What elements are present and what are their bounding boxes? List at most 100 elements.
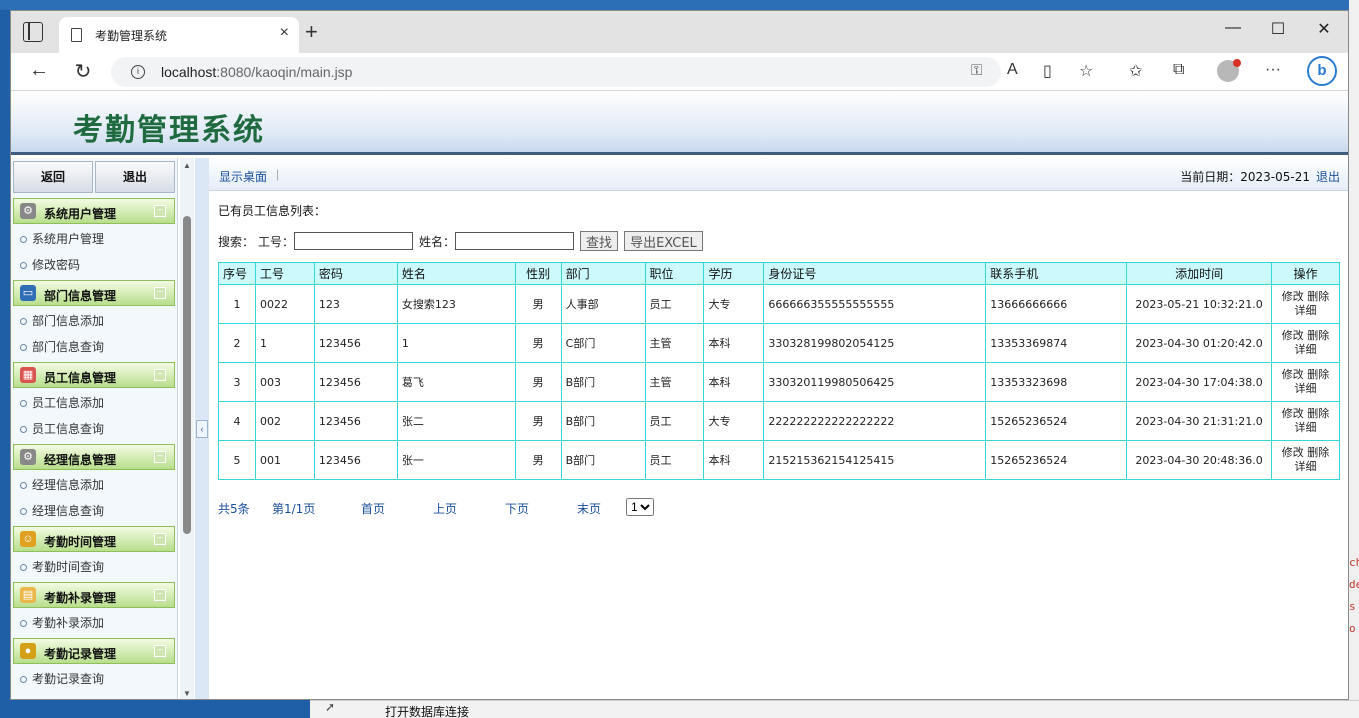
- scroll-down-icon[interactable]: ▼: [183, 689, 191, 698]
- detail-link[interactable]: 详细: [1272, 421, 1339, 435]
- menu-item-manager-query[interactable]: 经理信息查询: [11, 498, 177, 524]
- collapse-icon[interactable]: −: [154, 287, 166, 299]
- menu-group-attendance-supplement[interactable]: ▤ 考勤补录管理 −: [13, 582, 175, 608]
- menu-group-attendance-record[interactable]: ● 考勤记录管理 −: [13, 638, 175, 664]
- maximize-button[interactable]: ☐: [1263, 19, 1293, 39]
- table-cell: 3: [218, 362, 256, 402]
- close-window-button[interactable]: ✕: [1309, 19, 1339, 39]
- minimize-button[interactable]: —: [1218, 19, 1248, 37]
- left-menu: 返回 退出 ⚙ 系统用户管理 − 系统用户管理 修改密码 ▭ 部门信息管理 − …: [11, 158, 178, 699]
- url-field[interactable]: i localhost:8080/kaoqin/main.jsp ⚿: [111, 57, 1001, 87]
- delete-link[interactable]: 删除: [1307, 290, 1329, 303]
- menu-group-department[interactable]: ▭ 部门信息管理 −: [13, 280, 175, 306]
- edit-link[interactable]: 修改: [1282, 446, 1304, 459]
- collapse-icon[interactable]: −: [154, 645, 166, 657]
- detail-link[interactable]: 详细: [1272, 304, 1339, 318]
- browser-tab[interactable]: 考勤管理系统 ×: [59, 17, 299, 53]
- pin-icon[interactable]: ➚: [318, 700, 342, 718]
- page-select[interactable]: 1: [626, 498, 654, 516]
- table-cell: 123456: [313, 440, 398, 480]
- favorites-icon[interactable]: ✩: [1129, 61, 1142, 81]
- employee-name-input[interactable]: [455, 232, 575, 250]
- bing-icon[interactable]: b: [1307, 56, 1337, 86]
- table-cell: 本科: [703, 323, 765, 363]
- add-favorite-icon[interactable]: ☆: [1079, 61, 1093, 81]
- menu-item-employee-add[interactable]: 员工信息添加: [11, 390, 177, 416]
- menu-group-attendance-time[interactable]: ☺ 考勤时间管理 −: [13, 526, 175, 552]
- detail-link[interactable]: 详细: [1272, 382, 1339, 396]
- table-cell: B部门: [560, 401, 646, 441]
- pager-first-link[interactable]: 首页: [361, 500, 385, 517]
- key-icon[interactable]: ⚿: [971, 62, 982, 79]
- edit-link[interactable]: 修改: [1282, 329, 1304, 342]
- logout-link[interactable]: 退出: [1316, 168, 1340, 185]
- table-cell: 003: [254, 362, 315, 402]
- list-title: 已有员工信息列表：: [218, 204, 327, 218]
- export-excel-button[interactable]: 导出EXCEL: [624, 231, 703, 251]
- back-arrow-icon[interactable]: ←: [25, 59, 53, 82]
- pager-prev-link[interactable]: 上页: [433, 500, 457, 517]
- menu-item-change-password[interactable]: 修改密码: [11, 252, 177, 278]
- current-date: 当前日期：2023-05-21: [1180, 170, 1310, 184]
- menu-item-department-add[interactable]: 部门信息添加: [11, 308, 177, 334]
- folder-icon: ▤: [20, 587, 36, 603]
- menu-group-label: 考勤时间管理: [44, 535, 117, 549]
- pager-last-link[interactable]: 末页: [577, 500, 601, 517]
- menu-group-employee[interactable]: ▦ 员工信息管理 −: [13, 362, 175, 388]
- exit-button[interactable]: 退出: [95, 161, 175, 193]
- col-header: 学历: [703, 262, 765, 285]
- pager-next-link[interactable]: 下页: [505, 500, 529, 517]
- desktop-bottom-text: 打开数据库连接: [385, 705, 470, 718]
- menu-item-attendance-time-query[interactable]: 考勤时间查询: [11, 554, 177, 580]
- menu-item-manager-add[interactable]: 经理信息添加: [11, 472, 177, 498]
- edit-link[interactable]: 修改: [1282, 407, 1304, 420]
- collections-icon[interactable]: ⧉: [1173, 61, 1184, 79]
- left-menu-scroll-thumb[interactable]: [183, 216, 191, 534]
- delete-link[interactable]: 删除: [1307, 407, 1329, 420]
- employee-id-input[interactable]: [294, 232, 414, 250]
- collapse-icon[interactable]: −: [154, 533, 166, 545]
- menu-group-label: 经理信息管理: [44, 453, 117, 467]
- collapse-icon[interactable]: −: [154, 451, 166, 463]
- info-icon[interactable]: i: [131, 65, 145, 79]
- new-tab-button[interactable]: +: [305, 19, 318, 45]
- collapse-icon[interactable]: −: [154, 369, 166, 381]
- menu-item-system-users[interactable]: 系统用户管理: [11, 226, 177, 252]
- edit-link[interactable]: 修改: [1282, 290, 1304, 303]
- detail-link[interactable]: 详细: [1272, 460, 1339, 474]
- refresh-icon[interactable]: ↻: [69, 59, 97, 84]
- table-cell: 本科: [703, 362, 765, 402]
- url-path: :8080/kaoqin/main.jsp: [216, 64, 353, 80]
- collapse-sidebar-icon[interactable]: ‹: [196, 420, 208, 438]
- delete-link[interactable]: 删除: [1307, 446, 1329, 459]
- delete-link[interactable]: 删除: [1307, 368, 1329, 381]
- actions-line: 修改 删除: [1272, 368, 1339, 382]
- menu-item-attendance-record-query[interactable]: 考勤记录查询: [11, 666, 177, 692]
- more-menu-icon[interactable]: ···: [1265, 61, 1281, 79]
- back-button[interactable]: 返回: [13, 161, 93, 193]
- split-screen-icon[interactable]: ▯: [1043, 61, 1052, 81]
- menu-item-employee-query[interactable]: 员工信息查询: [11, 416, 177, 442]
- collapse-icon[interactable]: −: [154, 205, 166, 217]
- menu-item-attendance-supplement-add[interactable]: 考勤补录添加: [11, 610, 177, 636]
- tab-close-icon[interactable]: ×: [280, 24, 289, 42]
- table-cell: 主管: [644, 362, 705, 402]
- detail-link[interactable]: 详细: [1272, 343, 1339, 357]
- tab-actions-icon[interactable]: [23, 22, 43, 42]
- table-cell: 15265236524: [985, 440, 1128, 480]
- read-aloud-icon[interactable]: A: [1007, 61, 1018, 79]
- desktop-right-text-1: ch: [1349, 556, 1359, 569]
- show-desktop-link[interactable]: 显示桌面: [219, 168, 267, 185]
- find-button[interactable]: 查找: [580, 231, 619, 251]
- menu-group-system-users[interactable]: ⚙ 系统用户管理 −: [13, 198, 175, 224]
- edit-link[interactable]: 修改: [1282, 368, 1304, 381]
- scroll-up-icon[interactable]: ▲: [183, 161, 191, 170]
- menu-item-department-query[interactable]: 部门信息查询: [11, 334, 177, 360]
- gear-icon: ⚙: [20, 449, 36, 465]
- profile-avatar[interactable]: [1217, 59, 1241, 82]
- menu-group-manager[interactable]: ⚙ 经理信息管理 −: [13, 444, 175, 470]
- delete-link[interactable]: 删除: [1307, 329, 1329, 342]
- collapse-icon[interactable]: −: [154, 589, 166, 601]
- table-cell: 330328199802054125: [763, 323, 987, 363]
- col-header: 添加时间: [1126, 262, 1272, 285]
